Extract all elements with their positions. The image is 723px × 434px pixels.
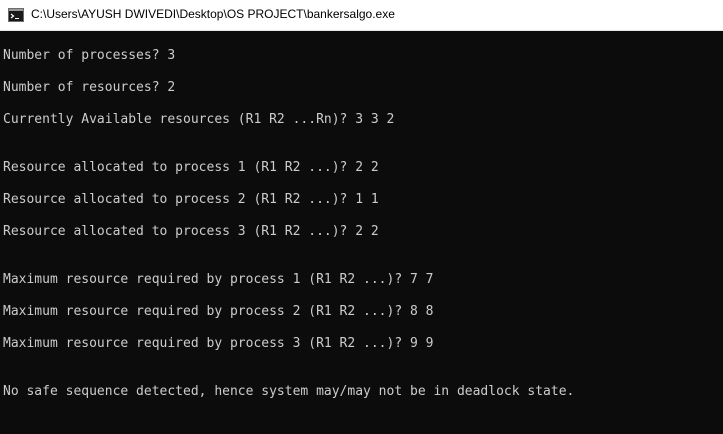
console-line: Resource allocated to process 2 (R1 R2 .… [3,192,379,207]
console-line: Resource allocated to process 3 (R1 R2 .… [3,224,379,239]
console-line: Maximum resource required by process 1 (… [3,272,434,287]
console-line: Resource allocated to process 1 (R1 R2 .… [3,160,379,175]
console-line: Maximum resource required by process 3 (… [3,336,434,351]
title-bar[interactable]: C:\Users\AYUSH DWIVEDI\Desktop\OS PROJEC… [0,0,723,31]
console-line: Currently Available resources (R1 R2 ...… [3,112,395,127]
console-output[interactable]: Number of processes? 3 Number of resourc… [0,31,723,434]
console-window: C:\Users\AYUSH DWIVEDI\Desktop\OS PROJEC… [0,0,723,434]
console-app-icon [8,8,24,22]
console-line: Number of processes? 3 [3,48,176,63]
console-line: Maximum resource required by process 2 (… [3,304,434,319]
window-title: C:\Users\AYUSH DWIVEDI\Desktop\OS PROJEC… [31,7,395,21]
console-line: No safe sequence detected, hence system … [3,384,575,399]
console-line: Number of resources? 2 [3,80,176,95]
